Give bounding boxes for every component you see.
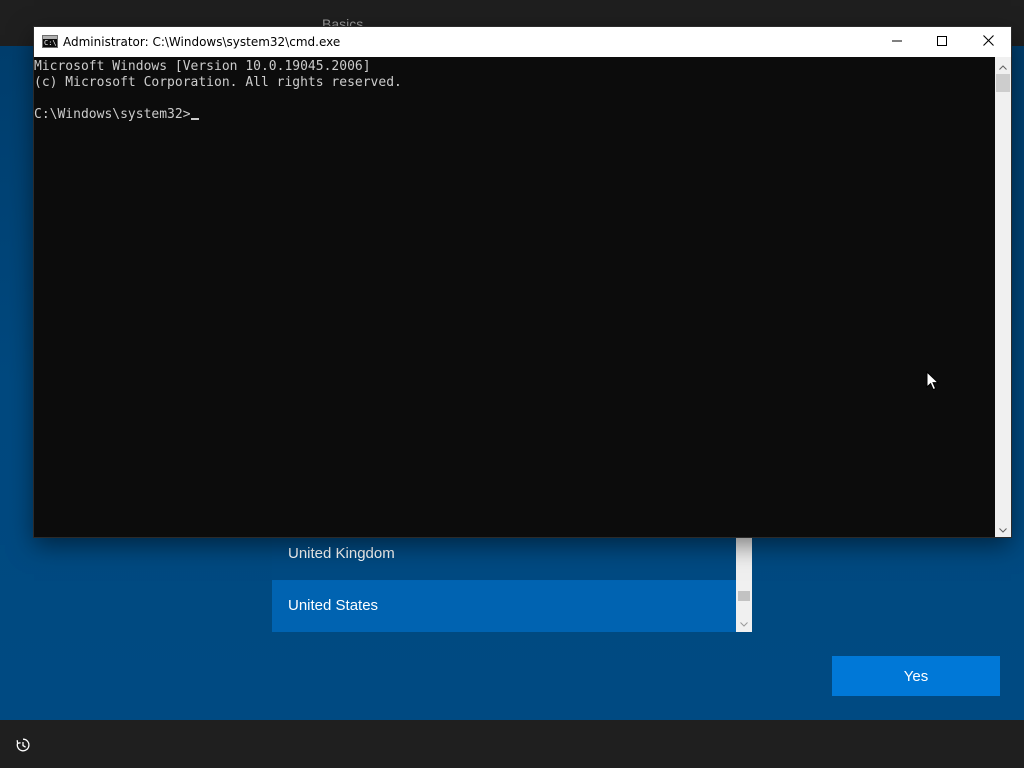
cmd-scroll-thumb[interactable] [996,74,1010,92]
chevron-down-icon[interactable] [736,616,752,632]
console-line: (c) Microsoft Corporation. All rights re… [34,75,402,90]
cmd-scrollbar[interactable] [995,57,1011,537]
scroll-up-button[interactable] [995,57,1011,74]
mouse-pointer-icon [926,370,940,391]
cmd-window[interactable]: C:\ Administrator: C:\Windows\system32\c… [34,27,1011,537]
region-list-scrollbar[interactable] [736,528,752,632]
cmd-app-icon-text: C:\ [44,39,57,47]
chevron-down-icon [999,520,1007,538]
cmd-app-icon[interactable]: C:\ [42,35,58,48]
oobe-footer [0,720,1024,768]
region-list-scroll-thumb[interactable] [738,591,750,601]
console-prompt-line: C:\Windows\system32> [34,107,995,123]
close-icon [982,33,994,51]
console-prompt: C:\Windows\system32> [34,107,191,122]
maximize-icon [937,33,947,51]
region-item-united-states[interactable]: United States [272,580,736,632]
cmd-window-title: Administrator: C:\Windows\system32\cmd.e… [63,35,341,49]
region-list: United Kingdom United States [272,528,752,632]
close-button[interactable] [965,27,1011,57]
text-cursor [190,118,199,120]
console-line: Microsoft Windows [Version 10.0.19045.20… [34,59,371,74]
cmd-console[interactable]: Microsoft Windows [Version 10.0.19045.20… [34,57,995,537]
accessibility-icon[interactable] [12,734,34,756]
chevron-up-icon [999,57,1007,75]
yes-button[interactable]: Yes [832,656,1000,696]
minimize-icon [892,33,902,51]
maximize-button[interactable] [919,27,965,57]
scroll-down-button[interactable] [995,520,1011,537]
minimize-button[interactable] [874,27,920,57]
cmd-titlebar[interactable]: C:\ Administrator: C:\Windows\system32\c… [34,27,1011,57]
